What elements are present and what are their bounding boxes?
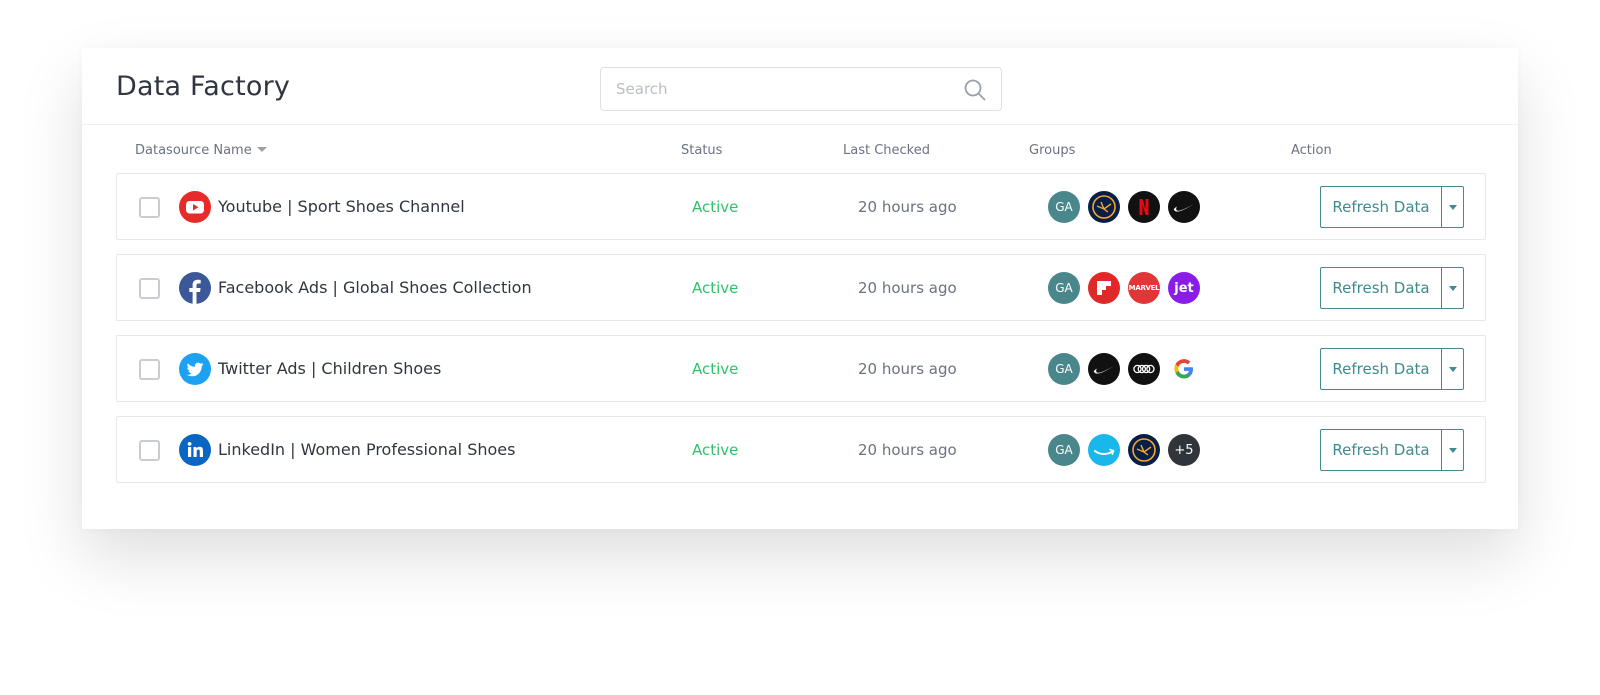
chevron-down-icon xyxy=(1448,447,1457,453)
google-icon[interactable] xyxy=(1168,353,1200,385)
jet-icon[interactable]: jet xyxy=(1168,272,1200,304)
search-box xyxy=(600,67,1002,111)
lufthansa-icon[interactable] xyxy=(1128,434,1160,466)
nike-icon[interactable] xyxy=(1088,353,1120,385)
refresh-data-split-button: Refresh Data xyxy=(1320,348,1464,390)
datasource-name[interactable]: Youtube | Sport Shoes Channel xyxy=(218,197,465,216)
group-avatar-ga[interactable]: GA xyxy=(1048,191,1080,223)
status-badge: Active xyxy=(692,360,739,378)
refresh-data-split-button: Refresh Data xyxy=(1320,186,1464,228)
last-checked: 20 hours ago xyxy=(858,198,957,216)
chevron-down-icon xyxy=(1448,285,1457,291)
search-icon[interactable] xyxy=(964,79,986,101)
action-dropdown-toggle[interactable] xyxy=(1441,349,1463,389)
row-checkbox[interactable] xyxy=(139,278,160,299)
facebook-icon xyxy=(179,272,211,304)
panel-header: Data Factory xyxy=(82,48,1518,125)
column-header-groups: Groups xyxy=(1029,143,1076,158)
group-avatar-ga[interactable]: GA xyxy=(1048,353,1080,385)
linkedin-icon xyxy=(179,434,211,466)
datasource-name[interactable]: Twitter Ads | Children Shoes xyxy=(218,359,441,378)
group-avatar-ga[interactable]: GA xyxy=(1048,434,1080,466)
last-checked: 20 hours ago xyxy=(858,279,957,297)
flipboard-icon[interactable] xyxy=(1088,272,1120,304)
youtube-icon xyxy=(179,191,211,223)
datasource-name[interactable]: LinkedIn | Women Professional Shoes xyxy=(218,440,515,459)
amazon-icon[interactable] xyxy=(1088,434,1120,466)
column-header-last-checked: Last Checked xyxy=(843,143,930,158)
column-header-name-label: Datasource Name xyxy=(135,143,252,158)
column-header-action: Action xyxy=(1291,143,1332,158)
column-header-status: Status xyxy=(681,143,723,158)
more-groups-badge[interactable]: +5 xyxy=(1168,434,1200,466)
data-factory-panel: Data Factory Datasource Name Status Last… xyxy=(82,48,1518,529)
refresh-data-button[interactable]: Refresh Data xyxy=(1321,430,1441,470)
action-dropdown-toggle[interactable] xyxy=(1441,187,1463,227)
refresh-data-button[interactable]: Refresh Data xyxy=(1321,268,1441,308)
group-avatar-ga[interactable]: GA xyxy=(1048,272,1080,304)
sort-caret-icon[interactable] xyxy=(256,147,267,152)
refresh-data-split-button: Refresh Data xyxy=(1320,429,1464,471)
datasource-name[interactable]: Facebook Ads | Global Shoes Collection xyxy=(218,278,532,297)
row-checkbox[interactable] xyxy=(139,197,160,218)
twitter-icon xyxy=(179,353,211,385)
netflix-icon[interactable] xyxy=(1128,191,1160,223)
status-badge: Active xyxy=(692,279,739,297)
status-badge: Active xyxy=(692,198,739,216)
table-row: Twitter Ads | Children Shoes Active 20 h… xyxy=(116,335,1486,402)
action-dropdown-toggle[interactable] xyxy=(1441,430,1463,470)
audi-icon[interactable] xyxy=(1128,353,1160,385)
column-header-name[interactable]: Datasource Name xyxy=(135,143,267,158)
marvel-icon[interactable]: MARVEL xyxy=(1128,272,1160,304)
row-checkbox[interactable] xyxy=(139,359,160,380)
refresh-data-split-button: Refresh Data xyxy=(1320,267,1464,309)
status-badge: Active xyxy=(692,441,739,459)
table-row: Youtube | Sport Shoes Channel Active 20 … xyxy=(116,173,1486,240)
table-row: LinkedIn | Women Professional Shoes Acti… xyxy=(116,416,1486,483)
action-dropdown-toggle[interactable] xyxy=(1441,268,1463,308)
lufthansa-icon[interactable] xyxy=(1088,191,1120,223)
refresh-data-button[interactable]: Refresh Data xyxy=(1321,349,1441,389)
row-checkbox[interactable] xyxy=(139,440,160,461)
search-input[interactable] xyxy=(601,68,1001,110)
chevron-down-icon xyxy=(1448,366,1457,372)
chevron-down-icon xyxy=(1448,204,1457,210)
page-title: Data Factory xyxy=(116,71,291,102)
last-checked: 20 hours ago xyxy=(858,360,957,378)
table-row: Facebook Ads | Global Shoes Collection A… xyxy=(116,254,1486,321)
last-checked: 20 hours ago xyxy=(858,441,957,459)
refresh-data-button[interactable]: Refresh Data xyxy=(1321,187,1441,227)
nike-icon[interactable] xyxy=(1168,191,1200,223)
